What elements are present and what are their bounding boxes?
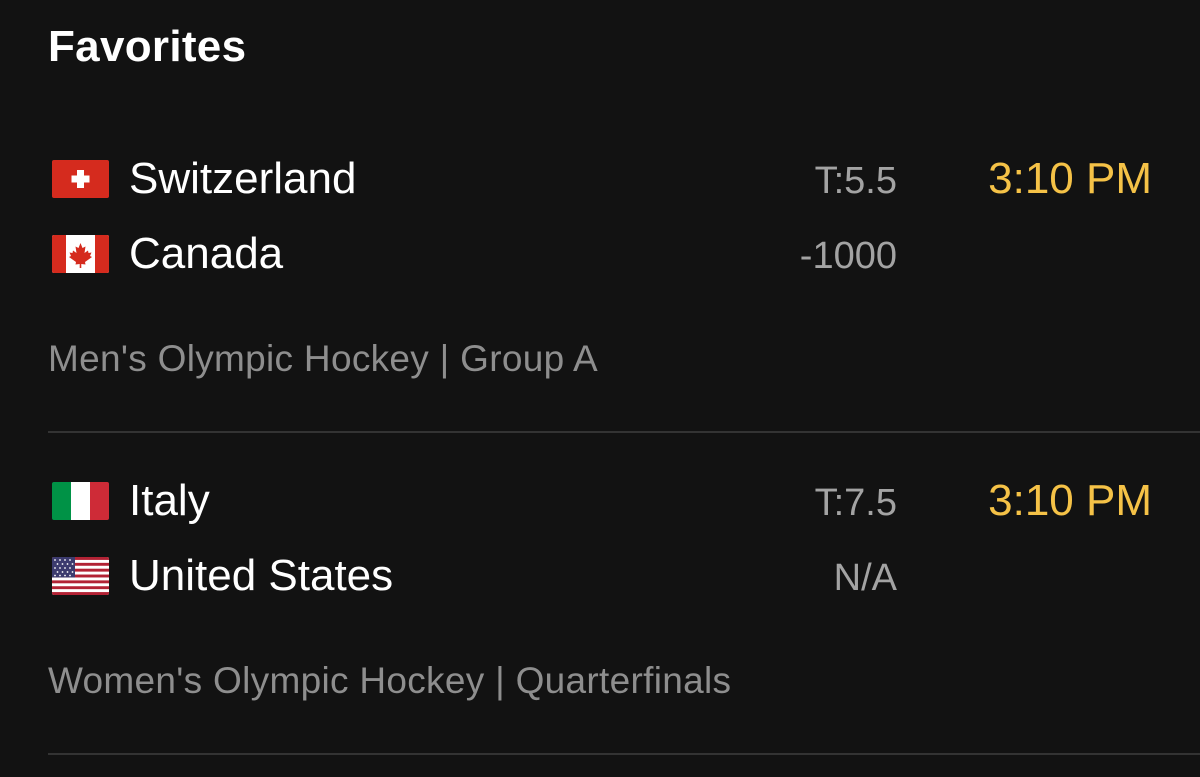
team-row: Switzerland T:5.5 3:10 PM <box>0 152 1200 212</box>
game-card[interactable]: Switzerland T:5.5 3:10 PM Canada -1000 M… <box>0 150 1200 432</box>
team-name: Switzerland <box>129 154 357 203</box>
odds-moneyline: N/A <box>833 557 897 599</box>
team-row: United States N/A <box>0 549 1200 609</box>
league-label: Men's Olympic Hockey | Group A <box>48 338 599 379</box>
league-label: Women's Olympic Hockey | Quarterfinals <box>48 660 732 701</box>
usa-flag-icon <box>52 557 109 595</box>
odds-moneyline: -1000 <box>799 235 897 277</box>
divider <box>48 753 1200 755</box>
odds-total: T:5.5 <box>814 160 897 202</box>
team-row: Italy T:7.5 3:10 PM <box>0 474 1200 534</box>
canada-flag-icon <box>52 235 109 273</box>
team-name: United States <box>129 551 394 600</box>
team-name: Canada <box>129 229 284 278</box>
game-time: 3:10 PM <box>988 476 1152 525</box>
section-title: Favorites <box>48 22 247 71</box>
team-row: Canada -1000 <box>0 227 1200 287</box>
odds-total: T:7.5 <box>814 482 897 524</box>
team-name: Italy <box>129 476 210 525</box>
game-card[interactable]: Italy T:7.5 3:10 PM United States N/A Wo… <box>0 472 1200 754</box>
divider <box>48 431 1200 433</box>
favorites-page: Favorites Switzerland T:5.5 3:10 PM Cana… <box>0 0 1200 777</box>
game-time: 3:10 PM <box>988 154 1152 203</box>
italy-flag-icon <box>52 482 109 520</box>
switzerland-flag-icon <box>52 160 109 198</box>
